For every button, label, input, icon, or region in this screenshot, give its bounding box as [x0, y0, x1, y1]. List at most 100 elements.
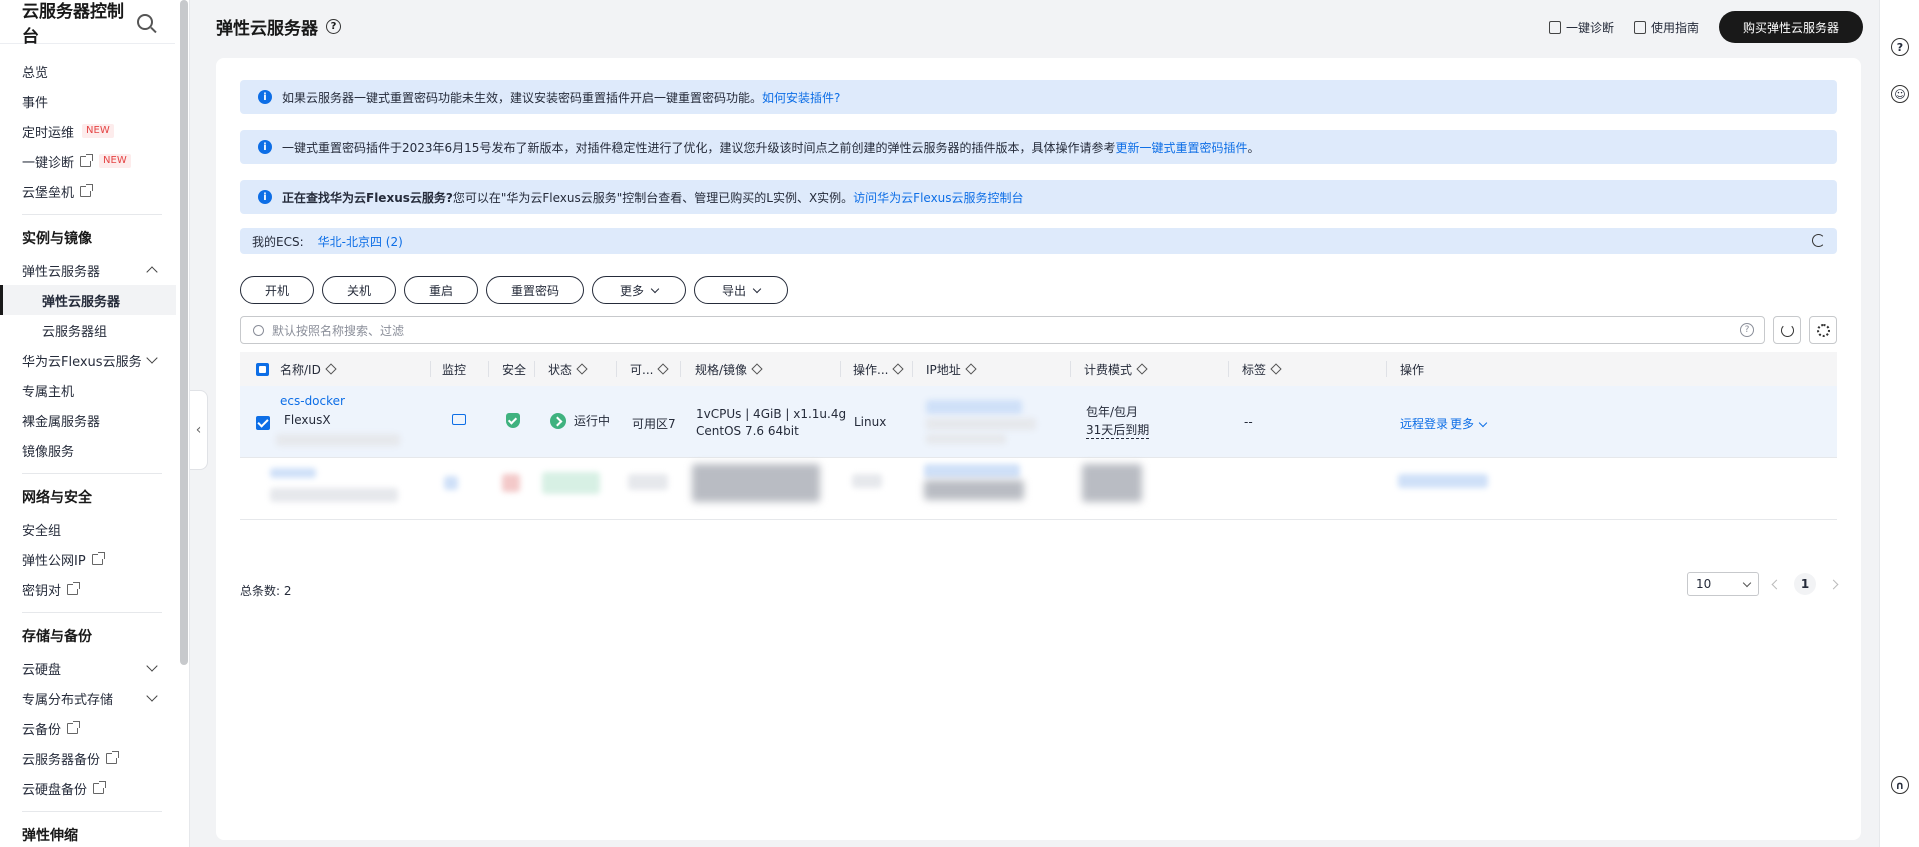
redacted-block: [542, 472, 600, 494]
sidebar-scrollbar[interactable]: [180, 0, 188, 665]
more-dropdown[interactable]: 更多: [592, 276, 686, 304]
buy-ecs-button[interactable]: 购买弹性云服务器: [1718, 11, 1863, 43]
sidebar-item-bastion[interactable]: 云堡垒机: [0, 176, 176, 206]
feedback-smile-icon[interactable]: ☺: [1891, 85, 1909, 103]
region-link[interactable]: 华北-北京四 (2): [318, 233, 403, 250]
sidebar-item-ecs[interactable]: 弹性云服务器: [0, 285, 176, 315]
redacted-block: [270, 468, 316, 478]
external-link-icon: [67, 581, 81, 595]
col-billing[interactable]: 计费模式: [1084, 352, 1148, 386]
row-checkbox[interactable]: [256, 416, 270, 430]
sidebar-item-eip[interactable]: 弹性公网IP: [0, 544, 176, 574]
availability-zone: 可用区7: [632, 417, 676, 431]
stop-button[interactable]: 关机: [322, 276, 396, 304]
sidebar-item-bare-metal[interactable]: 裸金属服务器: [0, 405, 176, 435]
col-tags[interactable]: 标签: [1242, 352, 1282, 386]
col-os[interactable]: 操作...: [853, 352, 905, 386]
sidebar-item-flexus[interactable]: 华为云Flexus云服务: [0, 345, 176, 375]
sort-icon: [576, 363, 588, 375]
refresh-icon[interactable]: [1812, 234, 1825, 247]
help-icon[interactable]: ?: [1740, 323, 1754, 337]
shield-icon[interactable]: [506, 413, 520, 428]
spec-line: 1vCPUs | 4GiB | x1.1u.4g: [696, 407, 847, 421]
start-button[interactable]: 开机: [240, 276, 314, 304]
region-bar: 我的ECS: 华北-北京四 (2): [240, 228, 1837, 254]
expiry-info[interactable]: 31天后到期: [1086, 421, 1150, 439]
col-spec[interactable]: 规格/镜像: [695, 352, 763, 386]
col-az[interactable]: 可...: [630, 352, 670, 386]
page-number[interactable]: 1: [1794, 573, 1816, 595]
sidebar-item-events[interactable]: 事件: [0, 86, 176, 116]
update-plugin-link[interactable]: 更新一键式重置密码插件: [1115, 139, 1247, 156]
col-name[interactable]: 名称/ID: [280, 352, 337, 386]
table-row[interactable]: ecs-docker FlexusX 运行中 可用区7 1vCPUs | 4Gi…: [240, 386, 1837, 458]
ip-redacted: [926, 400, 1022, 414]
search-icon: [253, 324, 264, 336]
sidebar-item-keypair[interactable]: 密钥对: [0, 574, 176, 604]
refresh-icon: [1780, 323, 1794, 337]
redacted-block: [692, 464, 820, 502]
redacted-block: [924, 480, 1024, 500]
reset-password-button[interactable]: 重置密码: [486, 276, 584, 304]
external-link-icon: [80, 183, 94, 197]
billing-mode: 包年/包月: [1086, 405, 1139, 419]
gear-icon: [1816, 323, 1830, 337]
divider: [22, 811, 162, 812]
external-link-icon: [80, 153, 94, 167]
sort-icon: [1270, 363, 1282, 375]
instance-name-link[interactable]: ecs-docker: [280, 394, 345, 408]
search-icon[interactable]: [137, 13, 153, 30]
sidebar-item-disk-backup[interactable]: 云硬盘备份: [0, 773, 176, 803]
sidebar-item-dss[interactable]: 专属分布式存储: [0, 683, 176, 713]
action-buttons: 开机 关机 重启 重置密码 更多 导出: [240, 276, 788, 304]
help-icon[interactable]: ?: [326, 19, 341, 34]
sidebar-item-server-backup[interactable]: 云服务器备份: [0, 743, 176, 773]
sort-icon: [751, 363, 763, 375]
headset-icon[interactable]: ∩: [1891, 776, 1909, 794]
sidebar-group-instances: 实例与镜像: [22, 231, 92, 247]
sidebar-item-scheduled-ops[interactable]: 定时运维 NEW: [0, 116, 176, 146]
table-row[interactable]: [240, 458, 1837, 520]
row-more-dropdown[interactable]: 更多: [1450, 415, 1488, 432]
redacted-block: [852, 474, 882, 488]
sidebar-item-evs[interactable]: 云硬盘: [0, 653, 176, 683]
sidebar-item-server-group[interactable]: 云服务器组: [0, 315, 176, 345]
sidebar-item-image[interactable]: 镜像服务: [0, 435, 176, 465]
install-plugin-link[interactable]: 如何安装插件?: [762, 89, 840, 106]
chevron-down-icon: [1742, 578, 1752, 587]
monitor-icon[interactable]: [452, 414, 466, 425]
chevron-down-icon: [1478, 418, 1488, 428]
sidebar-group-network: 网络与安全: [22, 490, 92, 506]
book-icon: [1633, 20, 1646, 34]
col-ops: 操作: [1400, 362, 1425, 377]
sidebar-item-overview[interactable]: 总览: [0, 56, 176, 86]
flexus-console-link[interactable]: 访问华为云Flexus云服务控制台: [853, 189, 1023, 206]
next-page-icon[interactable]: [1828, 579, 1839, 589]
sidebar-item-ecs-parent[interactable]: 弹性云服务器: [0, 255, 176, 285]
notice-plugin-update: i 一键式重置密码插件于2023年6月15号发布了新版本，对插件稳定性进行了优化…: [240, 130, 1837, 164]
sidebar-item-dedicated-host[interactable]: 专属主机: [0, 375, 176, 405]
settings-button[interactable]: [1809, 316, 1837, 344]
col-ip[interactable]: IP地址: [926, 352, 977, 386]
info-icon: i: [258, 90, 272, 104]
prev-page-icon[interactable]: [1771, 579, 1782, 589]
right-rail: ? ☺ ∩: [1879, 0, 1919, 847]
help-icon[interactable]: ?: [1891, 38, 1909, 56]
refresh-button[interactable]: [1773, 316, 1801, 344]
remote-login-link[interactable]: 远程登录: [1400, 415, 1448, 432]
page-size-select[interactable]: 10: [1687, 572, 1759, 596]
guide-link[interactable]: 使用指南: [1633, 19, 1699, 36]
col-security: 安全: [502, 362, 527, 377]
sidebar-item-security-group[interactable]: 安全组: [0, 514, 176, 544]
sidebar-title: 云服务器控制台: [22, 1, 124, 47]
sidebar-item-cbr[interactable]: 云备份: [0, 713, 176, 743]
col-status[interactable]: 状态: [548, 352, 588, 386]
diagnose-link[interactable]: 一键诊断: [1548, 19, 1614, 36]
sidebar-item-diagnose[interactable]: 一键诊断 NEW: [0, 146, 176, 176]
restart-button[interactable]: 重启: [404, 276, 478, 304]
select-all-checkbox[interactable]: [256, 352, 269, 386]
search-input[interactable]: 默认按照名称搜索、过滤 ?: [240, 316, 1765, 344]
sidebar-collapse-button[interactable]: ‹: [190, 390, 208, 470]
export-dropdown[interactable]: 导出: [694, 276, 788, 304]
external-link-icon: [93, 780, 107, 794]
